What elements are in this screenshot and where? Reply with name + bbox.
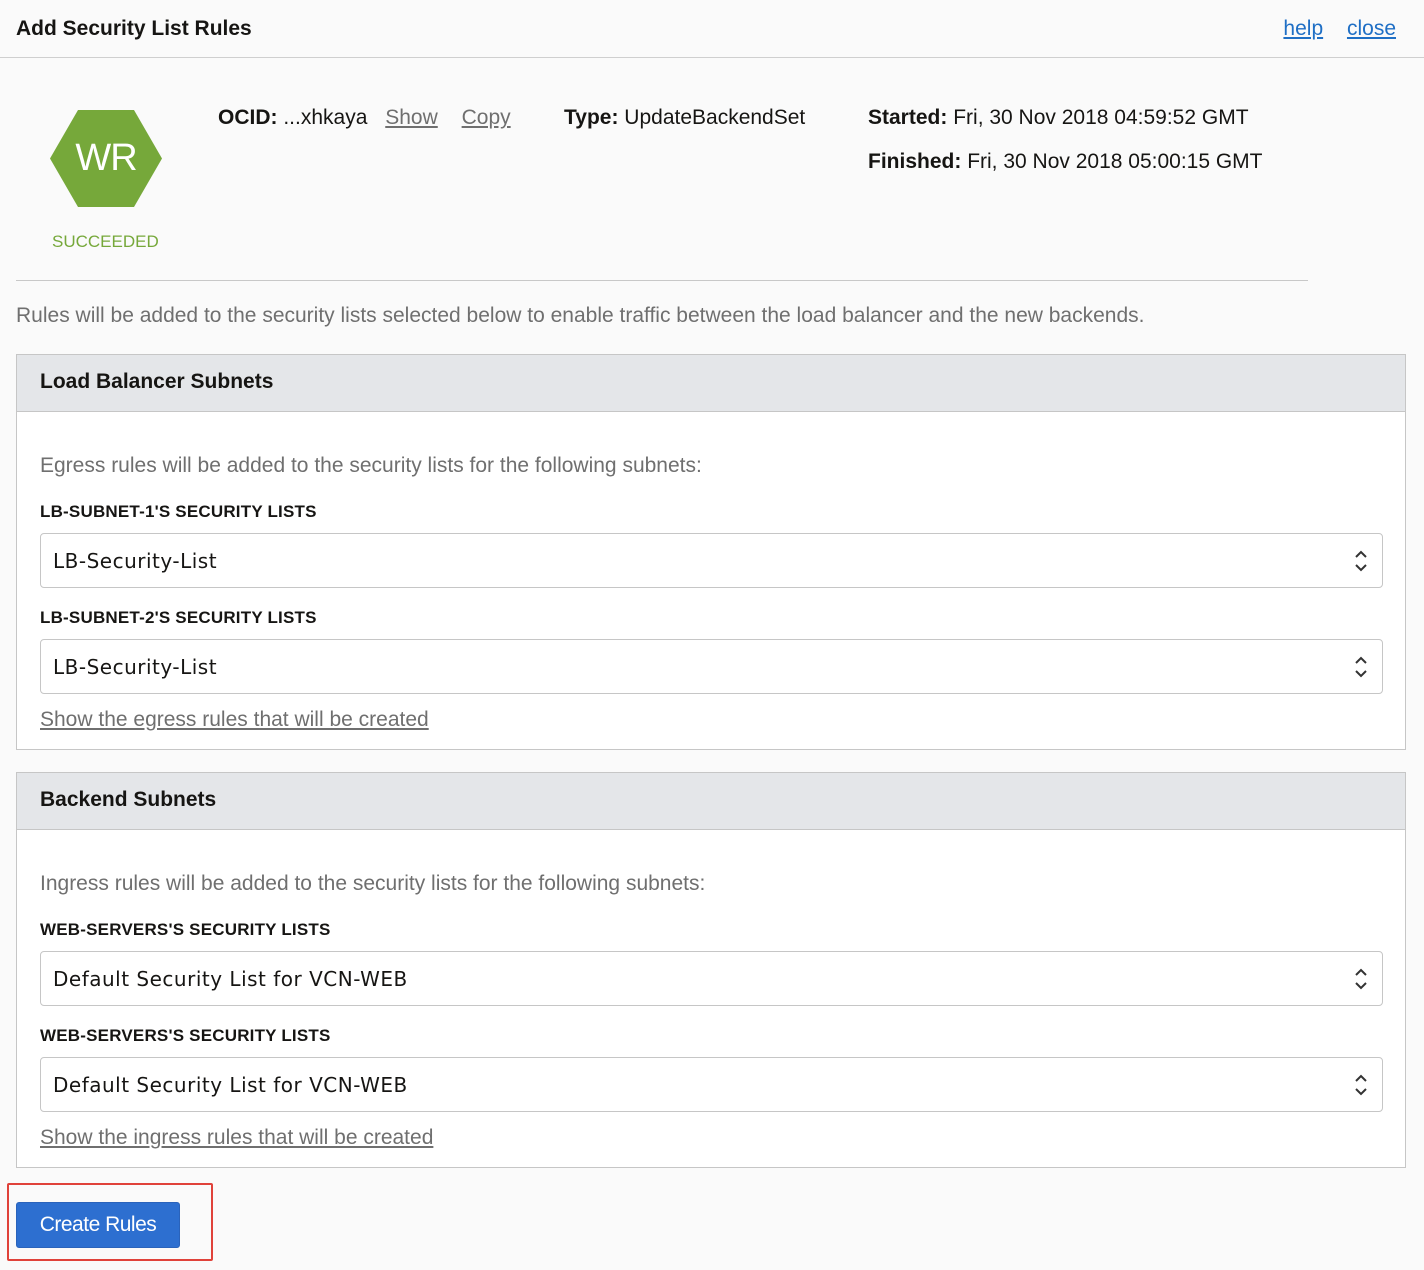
- web-servers-label-1: WEB-SERVERS'S SECURITY LISTS: [40, 920, 331, 939]
- ocid-value: ...xhkaya: [283, 106, 368, 129]
- lb-subnet-1-selected-value: LB-Security-List: [53, 549, 218, 573]
- lb-subnet-2-label: LB-SUBNET-2'S SECURITY LISTS: [40, 608, 317, 627]
- web-servers-security-list-select-1[interactable]: Default Security List for VCN-WEB: [40, 951, 1383, 1006]
- started-row: Started: Fri, 30 Nov 2018 04:59:52 GMT: [868, 106, 1249, 130]
- panel-title-load-balancer: Load Balancer Subnets: [17, 355, 1405, 412]
- close-link[interactable]: close: [1347, 17, 1396, 40]
- lb-subnet-1-security-list-select[interactable]: LB-Security-List: [40, 533, 1383, 588]
- ingress-description: Ingress rules will be added to the secur…: [40, 872, 706, 895]
- copy-ocid-link[interactable]: Copy: [462, 106, 511, 129]
- show-ocid-link[interactable]: Show: [385, 106, 438, 129]
- lb-subnet-2-security-list-select[interactable]: LB-Security-List: [40, 639, 1383, 694]
- web-servers-selected-value-1: Default Security List for VCN-WEB: [53, 967, 408, 991]
- panel-title-backend: Backend Subnets: [17, 773, 1405, 830]
- select-updown-icon: [1355, 550, 1367, 572]
- finished-label: Finished:: [868, 150, 962, 173]
- backend-subnets-panel: Backend Subnets Ingress rules will be ad…: [16, 772, 1406, 1168]
- work-request-icon-text: WR: [75, 137, 137, 179]
- show-ingress-rules-link[interactable]: Show the ingress rules that will be crea…: [40, 1126, 433, 1150]
- header-links: help close: [1265, 17, 1396, 41]
- select-updown-icon: [1355, 656, 1367, 678]
- help-link[interactable]: help: [1283, 17, 1323, 40]
- create-rules-button[interactable]: Create Rules: [16, 1202, 180, 1248]
- select-updown-icon: [1355, 1074, 1367, 1096]
- type-value: UpdateBackendSet: [624, 106, 806, 129]
- lb-subnet-1-label: LB-SUBNET-1'S SECURITY LISTS: [40, 502, 317, 521]
- select-updown-icon: [1355, 968, 1367, 990]
- started-value: Fri, 30 Nov 2018 04:59:52 GMT: [953, 106, 1249, 129]
- egress-description: Egress rules will be added to the securi…: [40, 454, 702, 477]
- ocid-label: OCID:: [218, 106, 278, 129]
- web-servers-selected-value-2: Default Security List for VCN-WEB: [53, 1073, 408, 1097]
- type-label: Type:: [564, 106, 619, 129]
- show-egress-rules-link[interactable]: Show the egress rules that will be creat…: [40, 708, 429, 732]
- status-badge: SUCCEEDED: [52, 232, 159, 251]
- intro-text: Rules will be added to the security list…: [16, 304, 1145, 327]
- lb-subnet-2-selected-value: LB-Security-List: [53, 655, 218, 679]
- type-row: Type: UpdateBackendSet: [564, 106, 805, 130]
- finished-row: Finished: Fri, 30 Nov 2018 05:00:15 GMT: [868, 150, 1263, 174]
- web-servers-security-list-select-2[interactable]: Default Security List for VCN-WEB: [40, 1057, 1383, 1112]
- ocid-row: OCID: ...xhkaya Show Copy: [218, 106, 511, 130]
- web-servers-label-2: WEB-SERVERS'S SECURITY LISTS: [40, 1026, 331, 1045]
- started-label: Started:: [868, 106, 948, 129]
- load-balancer-subnets-panel: Load Balancer Subnets Egress rules will …: [16, 354, 1406, 750]
- dialog-header: Add Security List Rules help close: [0, 0, 1424, 58]
- work-request-hexagon-icon: WR: [50, 110, 162, 207]
- divider: [16, 280, 1308, 281]
- dialog-title: Add Security List Rules: [16, 17, 252, 40]
- finished-value: Fri, 30 Nov 2018 05:00:15 GMT: [967, 150, 1263, 173]
